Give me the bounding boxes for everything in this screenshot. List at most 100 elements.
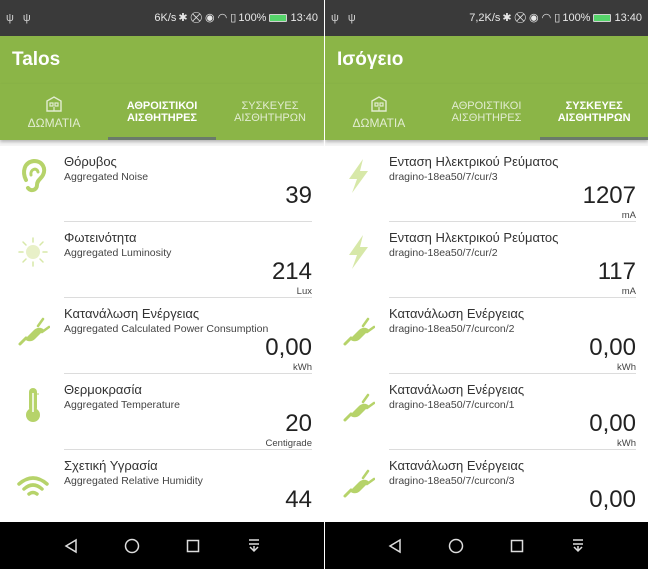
list-item[interactable]: Φωτεινότητα Aggregated Luminosity 214 Lu… [18,222,312,298]
tab-bar: ΔΩΜΑΤΙΑ ΑΘΡΟΙΣΤΙΚΟΙ ΑΙΣΘΗΤΗΡΕΣ ΣΥΣΚΕΥΕΣ … [325,84,648,140]
sensor-name: Θόρυβος [64,154,117,169]
ear-icon [22,158,47,193]
network-speed: 7,2K/s [469,12,501,24]
sensor-subtitle: dragino-18ea50/7/cur/3 [389,171,498,183]
sensor-name: Κατανάλωση Ενέργειας [389,458,525,473]
battery-icon [269,14,288,22]
sensor-unit: kWh [617,362,636,373]
sensor-list[interactable]: Θόρυβος Aggregated Noise 39 Φωτεινότητα … [0,146,324,522]
sensor-value: 0,00 [589,334,636,361]
status-bar: ψ ψ 7,2K/s ✱ ⛒ ◉ ◠ ▯ 100% 13:40 [325,0,648,36]
thermometer-icon [26,388,40,422]
tab-aggregated-sensors[interactable]: ΑΘΡΟΙΣΤΙΚΟΙ ΑΙΣΘΗΤΗΡΕΣ [108,84,216,140]
sensor-name: Ενταση Ηλεκτρικού Ρεύματος [389,154,559,169]
list-item[interactable]: Ενταση Ηλεκτρικού Ρεύματος dragino-18ea5… [349,222,636,298]
recents-icon[interactable] [507,536,527,556]
left-screen: ψ ψ 6K/s ✱ ⛒ ◉ ◠ ▯ 100% 13:40 Talos ΔΩΜΑ… [0,0,324,569]
plug-icon [343,317,375,346]
sensor-name: Κατανάλωση Ενέργειας [389,306,525,321]
list-item[interactable]: Θόρυβος Aggregated Noise 39 [22,146,312,222]
tab-rooms[interactable]: ΔΩΜΑΤΙΑ [0,84,108,140]
page-title: Talos [12,49,61,70]
tab-bar: ΔΩΜΑΤΙΑ ΑΘΡΟΙΣΤΙΚΟΙ ΑΙΣΘΗΤΗΡΕΣ ΣΥΣΚΕΥΕΣ … [0,84,324,140]
sensor-unit: Lux [296,286,312,297]
sensor-name: Φωτεινότητα [64,230,137,245]
sensor-value: 20 [285,410,312,437]
battery-percent: 100% [238,12,267,24]
list-item[interactable]: Κατανάλωση Ενέργειας dragino-18ea50/7/cu… [343,374,636,450]
sensor-subtitle: Aggregated Noise [64,171,149,183]
status-icons: ✱ ⛒ ◉ ◠ ▯ [502,12,561,24]
lightning-icon [349,159,368,193]
plug-icon [343,469,375,498]
sensor-value: 1207 [582,182,636,209]
recents-icon[interactable] [183,536,203,556]
sensor-unit: mA [621,210,636,221]
tab-sensor-devices-label: ΣΥΣΚΕΥΕΣ ΑΙΣΘΗΤΗΡΩΝ [557,100,631,124]
tab-aggregated-sensors[interactable]: ΑΘΡΟΙΣΤΙΚΟΙ ΑΙΣΘΗΤΗΡΕΣ [433,84,541,140]
home-icon[interactable] [446,536,466,556]
list-item[interactable]: Σχετική Υγρασία Aggregated Relative Humi… [17,450,312,522]
notifications-icon[interactable] [568,536,588,556]
list-item[interactable]: Ενταση Ηλεκτρικού Ρεύματος dragino-18ea5… [349,146,636,222]
sensor-name: Θερμοκρασία [64,382,142,397]
sensor-subtitle: dragino-18ea50/7/curcon/1 [389,399,515,411]
sensor-value: 117 [597,258,636,285]
tab-aggregated-sensors-label: ΑΘΡΟΙΣΤΙΚΟΙ ΑΙΣΘΗΤΗΡΕΣ [126,100,198,124]
home-icon[interactable] [122,536,142,556]
battery-icon [593,14,612,22]
system-nav-bar [0,522,324,569]
list-item[interactable]: Θερμοκρασία Aggregated Temperature 20 Ce… [26,374,312,450]
sensor-value: 0,00 [589,410,636,437]
back-icon[interactable] [385,536,405,556]
notification-icons: ψ ψ [6,12,34,24]
building-icon [46,96,62,112]
sensor-value: 0,00 [589,486,636,513]
sensor-value: 0,00 [265,334,312,361]
list-item[interactable]: Κατανάλωση Ενέργειας dragino-18ea50/7/cu… [343,298,636,374]
lightning-icon [349,235,368,269]
tab-sensor-devices[interactable]: ΣΥΣΚΕΥΕΣ ΑΙΣΘΗΤΗΡΩΝ [540,84,648,140]
tab-sensor-devices[interactable]: ΣΥΣΚΕΥΕΣ ΑΙΣΘΗΤΗΡΩΝ [216,84,324,140]
sensor-subtitle: dragino-18ea50/7/curcon/2 [389,323,515,335]
plug-icon [343,393,375,422]
building-icon [371,96,387,112]
clock: 13:40 [614,12,642,24]
list-item[interactable]: Κατανάλωση Ενέργειας Aggregated Calculat… [18,298,312,374]
right-screen: ψ ψ 7,2K/s ✱ ⛒ ◉ ◠ ▯ 100% 13:40 Ισόγειο … [324,0,648,569]
sensor-unit: mA [621,286,636,297]
sensor-unit: kWh [293,362,312,373]
wifi-icon [17,476,49,496]
list-item[interactable]: Κατανάλωση Ενέργειας dragino-18ea50/7/cu… [343,450,636,522]
sensor-name: Σχετική Υγρασία [64,458,158,473]
sensor-value: 39 [285,182,312,209]
sensor-unit: Centigrade [265,438,312,449]
sensor-name: Ενταση Ηλεκτρικού Ρεύματος [389,230,559,245]
sensor-unit: kWh [617,438,636,449]
sensor-name: Κατανάλωση Ενέργειας [64,306,200,321]
sensor-subtitle: Aggregated Relative Humidity [64,475,203,487]
sun-icon [18,237,48,267]
page-title: Ισόγειο [337,49,404,70]
sensor-subtitle: dragino-18ea50/7/curcon/3 [389,475,515,487]
notifications-icon[interactable] [244,536,264,556]
sensor-subtitle: Aggregated Temperature [64,399,180,411]
tab-rooms[interactable]: ΔΩΜΑΤΙΑ [325,84,433,140]
sensor-subtitle: dragino-18ea50/7/cur/2 [389,247,498,259]
status-right: 7,2K/s ✱ ⛒ ◉ ◠ ▯ 100% 13:40 [469,11,642,25]
app-bar: Ισόγειο [325,36,648,84]
sensor-subtitle: Aggregated Luminosity [64,247,172,259]
tab-sensor-devices-label: ΣΥΣΚΕΥΕΣ ΑΙΣΘΗΤΗΡΩΝ [234,100,306,124]
sensor-subtitle: Aggregated Calculated Power Consumption [64,323,269,335]
app-bar: Talos [0,36,324,84]
sensor-list[interactable]: Ενταση Ηλεκτρικού Ρεύματος dragino-18ea5… [325,146,648,522]
tab-rooms-label: ΔΩΜΑΤΙΑ [352,116,406,130]
network-speed: 6K/s [154,12,177,24]
back-icon[interactable] [61,536,81,556]
tab-rooms-label: ΔΩΜΑΤΙΑ [27,116,81,130]
tab-aggregated-sensors-label: ΑΘΡΟΙΣΤΙΚΟΙ ΑΙΣΘΗΤΗΡΕΣ [451,100,522,124]
plug-icon [18,317,50,346]
status-icons: ✱ ⛒ ◉ ◠ ▯ [178,12,237,24]
status-bar: ψ ψ 6K/s ✱ ⛒ ◉ ◠ ▯ 100% 13:40 [0,0,324,36]
system-nav-bar [325,522,648,569]
